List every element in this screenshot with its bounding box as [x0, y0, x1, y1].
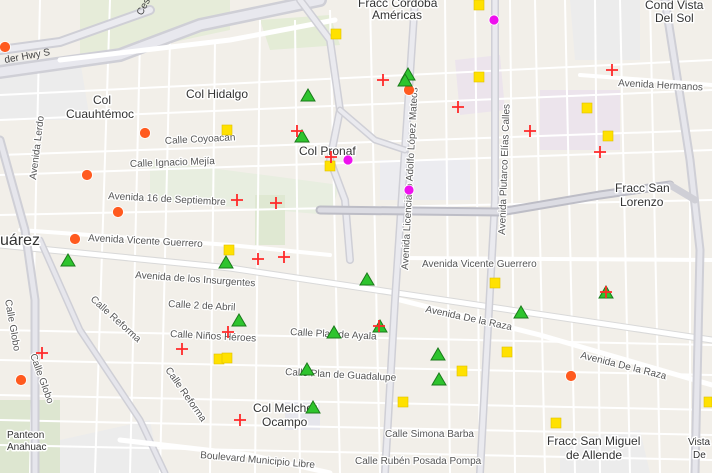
yellow-square-marker[interactable]	[223, 244, 235, 256]
yellow-square-marker[interactable]	[456, 365, 468, 377]
yellow-square-marker[interactable]	[501, 346, 513, 358]
yellow-square-marker[interactable]	[602, 130, 614, 142]
red-circle-marker[interactable]	[139, 127, 151, 139]
map-canvas[interactable]: der Hwy S Ces Avenida Lerdo Calle Coyoac…	[0, 0, 712, 473]
district-label-col-hidalgo: Col Hidalgo	[186, 87, 248, 101]
yellow-square-marker[interactable]	[489, 277, 501, 289]
yellow-square-marker[interactable]	[473, 71, 485, 83]
yellow-square-marker[interactable]	[330, 28, 342, 40]
magenta-circle-marker[interactable]	[488, 14, 500, 26]
yellow-square-marker[interactable]	[473, 0, 485, 11]
red-circle-marker[interactable]	[112, 206, 124, 218]
district-label-del-sol: Del Sol	[655, 11, 694, 25]
street-label-simona-barba: Calle Simona Barba	[385, 429, 474, 440]
district-label-lorenzo: Lorenzo	[620, 195, 664, 209]
street-label-vicente-guerrero-e: Avenida Vicente Guerrero	[422, 259, 537, 270]
yellow-square-marker[interactable]	[703, 396, 712, 408]
red-circle-marker[interactable]	[565, 370, 577, 382]
district-label-anahuac: Anahuac	[7, 442, 46, 453]
red-circle-marker[interactable]	[69, 233, 81, 245]
district-label-panteon: Panteon	[7, 430, 44, 441]
magenta-circle-marker[interactable]	[403, 184, 415, 196]
district-label-ocampo: Ocampo	[262, 415, 308, 429]
yellow-square-marker[interactable]	[550, 417, 562, 429]
street-label-posada-pompa: Calle Rubén Posada Pompa	[355, 456, 482, 467]
red-circle-marker[interactable]	[15, 374, 27, 386]
yellow-square-marker[interactable]	[397, 396, 409, 408]
magenta-circle-marker[interactable]	[342, 154, 354, 166]
red-circle-marker[interactable]	[0, 41, 11, 53]
yellow-square-marker[interactable]	[581, 102, 593, 114]
district-label-juarez: uárez	[0, 232, 40, 249]
yellow-square-marker[interactable]	[221, 124, 233, 136]
district-label-fracc-san: Fracc San	[615, 181, 670, 195]
yellow-square-marker[interactable]	[221, 352, 233, 364]
district-label-de: De	[693, 450, 706, 461]
district-label-de-allende: de Allende	[566, 448, 622, 462]
district-label-cuauhtemoc: Cuauhtémoc	[66, 107, 134, 121]
district-label-vista-s: Vista S	[688, 437, 712, 448]
district-label-col: Col	[93, 93, 111, 107]
yellow-square-marker[interactable]	[324, 160, 336, 172]
district-label-fracc-san-miguel: Fracc San Miguel	[547, 434, 640, 448]
red-circle-marker[interactable]	[81, 169, 93, 181]
district-label-americas: Américas	[372, 8, 422, 22]
